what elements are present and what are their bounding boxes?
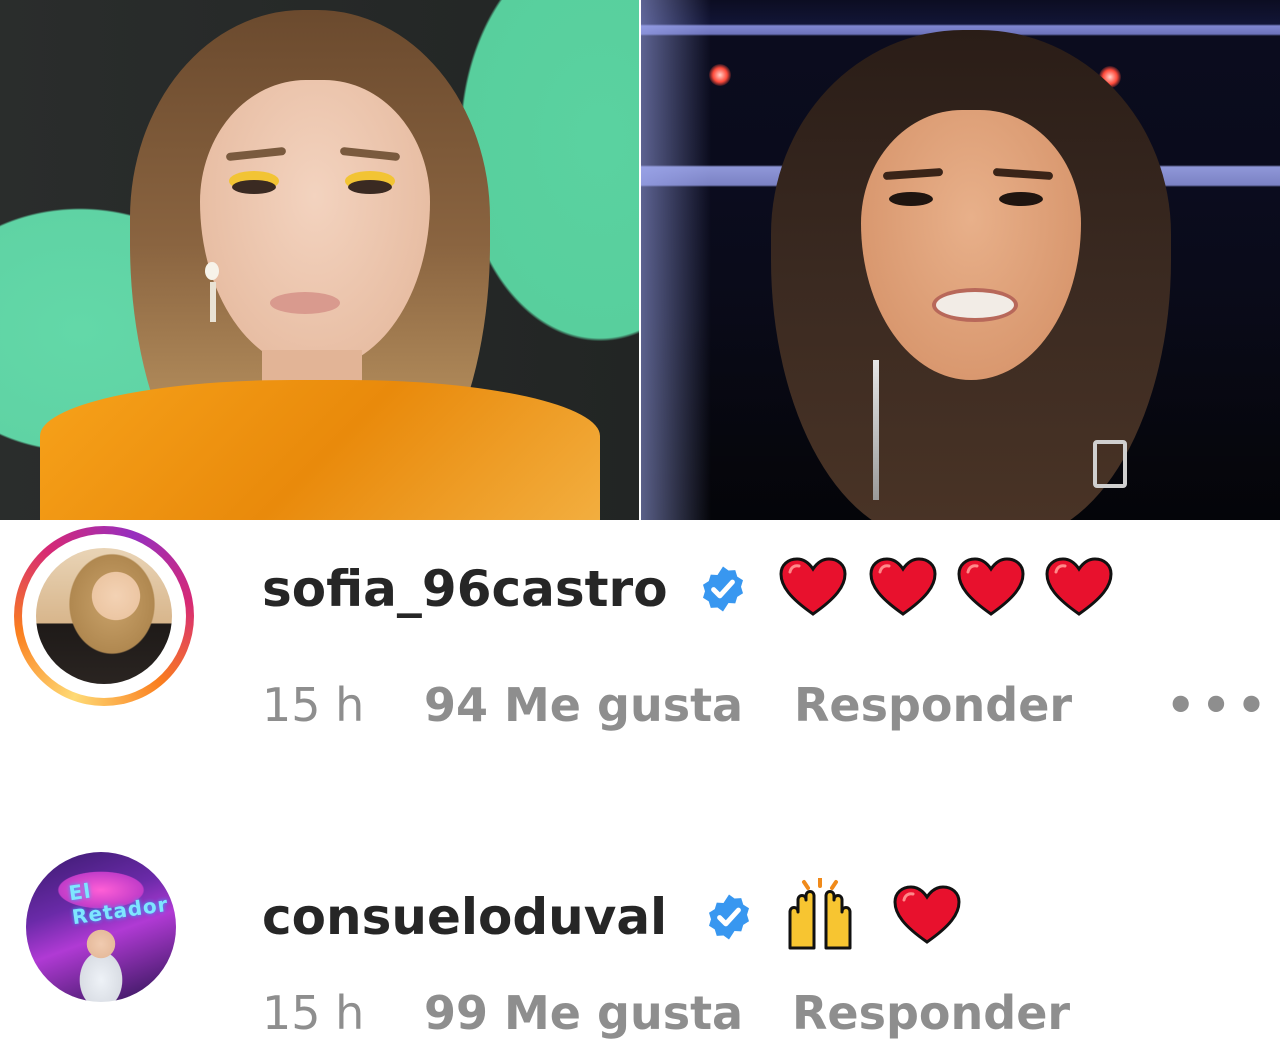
photo-collage [0, 0, 1280, 520]
avatar[interactable]: El Retador [26, 852, 176, 1002]
comment-likes[interactable]: 94 Me gusta [424, 682, 743, 728]
photo-woman-stage [639, 0, 1280, 520]
story-ring[interactable] [14, 526, 194, 706]
raising-hands-icon [788, 878, 852, 950]
reply-button[interactable]: Responder [792, 990, 1070, 1036]
red-heart-icon [893, 885, 961, 944]
red-heart-icon [779, 557, 847, 616]
comments-list: sofia_96castro 15 h 94 Me gusta Responde… [0, 520, 1280, 1040]
photo-woman-orange-dress [0, 0, 639, 520]
avatar-sign-text: El Retador [67, 878, 170, 930]
comment-username[interactable]: sofia_96castro [262, 564, 668, 614]
comment-item: El Retador consueloduval 15 h 99 Me gust… [0, 840, 1280, 1040]
comment-likes[interactable]: 99 Me gusta [424, 990, 743, 1036]
comment-time: 15 h [262, 678, 365, 732]
red-heart-icon [1045, 557, 1113, 616]
verified-badge-icon [709, 894, 749, 940]
verified-badge-icon [703, 566, 743, 612]
more-options-icon[interactable]: ••• [1166, 682, 1272, 728]
avatar[interactable] [36, 548, 172, 684]
comment-time: 15 h [262, 986, 365, 1040]
comment-item: sofia_96castro 15 h 94 Me gusta Responde… [0, 520, 1280, 800]
comment-username[interactable]: consueloduval [262, 892, 667, 942]
red-heart-icon [869, 557, 937, 616]
red-heart-icon [957, 557, 1025, 616]
reply-button[interactable]: Responder [794, 682, 1072, 728]
